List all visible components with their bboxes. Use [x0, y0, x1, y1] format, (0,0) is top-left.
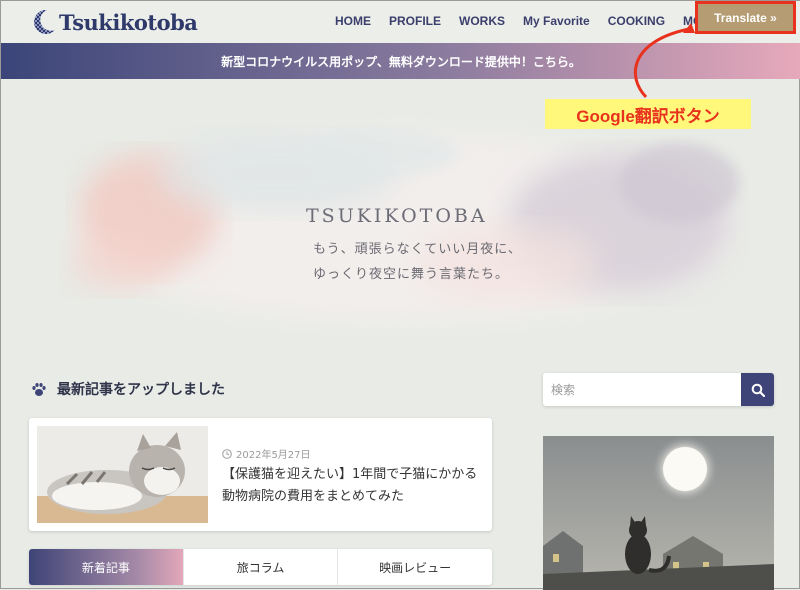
tab-travel-column[interactable]: 旅コラム — [182, 549, 339, 585]
search-icon — [751, 383, 765, 397]
search-input[interactable] — [543, 373, 741, 406]
hero-tagline-line1: もう、頑張らなくていい月夜に、 — [313, 242, 522, 257]
nav-works[interactable]: WORKS — [459, 14, 505, 28]
sidebar-search — [543, 373, 774, 406]
nav-my-favorite[interactable]: My Favorite — [523, 14, 590, 28]
hero-tagline-line2: ゆっくり夜空に舞う言葉たち。 — [313, 267, 510, 282]
tab-movie-review[interactable]: 映画レビュー — [338, 549, 492, 585]
hero-title: TSUKIKOTOBA — [306, 205, 488, 227]
annotation-callout: Google翻訳ボタン — [545, 99, 751, 129]
section-title: 最新記事をアップしました — [57, 382, 225, 398]
site-logo[interactable]: Tsukikotoba — [31, 7, 198, 37]
post-card[interactable]: 2022年5月27日 【保護猫を迎えたい】1年間で子猫にかかる動物病院の費用をま… — [29, 418, 492, 531]
translate-button[interactable]: Translate » — [698, 4, 793, 31]
logo-text: Tsukikotoba — [59, 9, 198, 35]
sidebar-moon-cat-illustration — [543, 436, 774, 590]
post-category-tabs: 新着記事 旅コラム 映画レビュー — [29, 549, 492, 585]
crescent-moon-icon — [34, 9, 55, 34]
paw-icon — [32, 382, 46, 396]
nav-home[interactable]: HOME — [335, 14, 371, 28]
translate-highlight-box: Translate » — [695, 1, 796, 34]
search-button[interactable] — [741, 373, 774, 406]
tab-new-posts[interactable]: 新着記事 — [29, 549, 183, 585]
post-thumbnail-cat-image[interactable] — [37, 426, 208, 523]
post-date-text: 2022年5月27日 — [236, 450, 311, 461]
annotation-arrow — [633, 23, 695, 99]
post-date: 2022年5月27日 — [222, 446, 311, 461]
section-heading: 最新記事をアップしました — [31, 379, 225, 399]
nav-profile[interactable]: PROFILE — [389, 14, 441, 28]
post-title-link[interactable]: 【保護猫を迎えたい】1年間で子猫にかかる動物病院の費用をまとめてみた — [222, 464, 484, 508]
clock-icon — [222, 448, 232, 459]
